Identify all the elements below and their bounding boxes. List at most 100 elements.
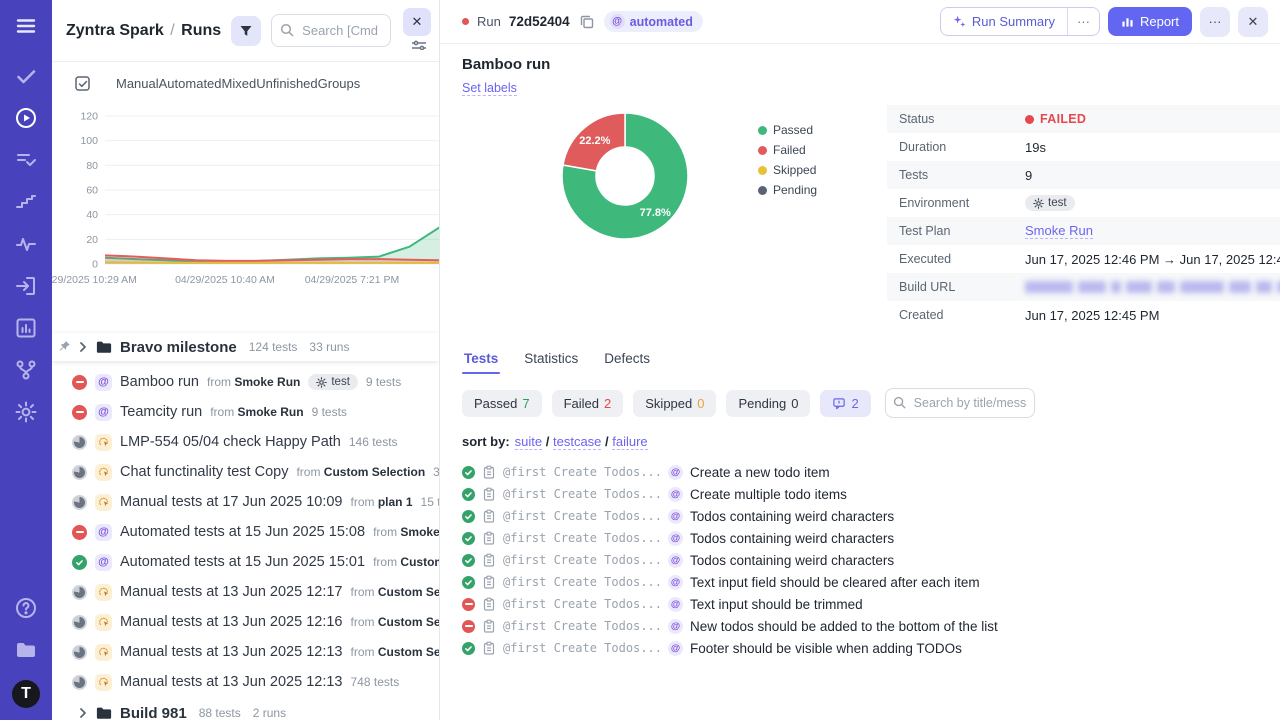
test-title[interactable]: Todos containing weird characters <box>690 531 894 546</box>
test-plan-link[interactable]: Smoke Run <box>1025 223 1093 239</box>
test-title[interactable]: Text input field should be cleared after… <box>690 575 980 590</box>
app-logo[interactable]: T <box>12 680 40 708</box>
run-list-item[interactable]: LMP-554 05/04 check Happy Path 146 tests <box>52 427 439 457</box>
test-list-item[interactable]: @first Create Todos... @ Todos containin… <box>462 549 1256 571</box>
help-icon[interactable] <box>14 596 38 620</box>
test-title[interactable]: Todos containing weird characters <box>690 553 894 568</box>
filter-chip[interactable]: Skipped 0 <box>633 390 716 417</box>
test-suite-path[interactable]: @first Create Todos... <box>503 531 661 545</box>
run-list-item[interactable]: Manual tests at 13 Jun 2025 12:13 from C… <box>52 637 439 667</box>
run-type-icon <box>95 614 112 631</box>
filter-chip[interactable]: Passed 7 <box>462 390 542 417</box>
clipboard-icon <box>482 619 496 633</box>
sort-option-link[interactable]: suite <box>515 434 542 450</box>
test-list-item[interactable]: @first Create Todos... @ Create a new to… <box>462 461 1256 483</box>
run-list-item[interactable]: Manual tests at 13 Jun 2025 12:17 from C… <box>52 577 439 607</box>
run-list-item[interactable]: Manual tests at 13 Jun 2025 12:16 from C… <box>52 607 439 637</box>
test-plans-icon[interactable] <box>14 148 38 172</box>
chevron-right-icon[interactable] <box>78 707 88 719</box>
filter-chip[interactable]: Pending 0 <box>726 390 810 417</box>
test-title[interactable]: Create multiple todo items <box>690 487 847 502</box>
run-list-item[interactable]: @ Teamcity run from Smoke Run 9 tests <box>52 397 439 427</box>
folder-row-bottom[interactable]: Build 981 88 tests 2 runs <box>52 699 439 720</box>
filter-chip-label: Passed <box>474 396 517 411</box>
run-type-icon <box>95 674 112 691</box>
sort-option-link[interactable]: testcase <box>553 434 601 450</box>
test-suite-path[interactable]: @first Create Todos... <box>503 465 661 479</box>
runs-panel-header: Zyntra Spark / Runs <box>52 0 439 62</box>
test-suite-path[interactable]: @first Create Todos... <box>503 619 661 633</box>
menu-icon[interactable] <box>14 14 38 38</box>
test-list-item[interactable]: @first Create Todos... @ New todos shoul… <box>462 615 1256 637</box>
test-title[interactable]: New todos should be added to the bottom … <box>690 619 998 634</box>
test-list-item[interactable]: @first Create Todos... @ Footer should b… <box>462 637 1256 659</box>
copy-run-id-button[interactable] <box>578 13 596 31</box>
run-list-item[interactable]: @ Bamboo run from Smoke Run test 9 tests <box>52 367 439 397</box>
more-actions-button[interactable]: ··· <box>1200 7 1230 37</box>
test-suite-path[interactable]: @first Create Todos... <box>503 509 661 523</box>
detail-tab[interactable]: Tests <box>462 351 500 374</box>
projects-folder-icon[interactable] <box>14 638 38 662</box>
test-list-item[interactable]: @first Create Todos... @ Text input fiel… <box>462 571 1256 593</box>
run-type-tab[interactable]: Groups <box>318 76 361 91</box>
run-type-tab[interactable]: Manual <box>116 76 159 91</box>
test-suite-path[interactable]: @first Create Todos... <box>503 553 661 567</box>
test-title[interactable]: Create a new todo item <box>690 465 830 480</box>
filter-chip[interactable]: 2 <box>820 390 870 417</box>
folder-row-top[interactable]: Bravo milestone 124 tests 33 runs <box>52 333 439 361</box>
run-title: Automated tests at 15 Jun 2025 15:01 <box>120 554 365 570</box>
detail-tab[interactable]: Statistics <box>522 351 580 374</box>
test-suite-path[interactable]: @first Create Todos... <box>503 575 661 589</box>
sliders-icon[interactable] <box>411 40 427 50</box>
tests-icon[interactable] <box>14 64 38 88</box>
chevron-right-icon[interactable] <box>78 341 88 353</box>
run-list-item[interactable]: Chat functinality test Copy from Custom … <box>52 457 439 487</box>
reports-icon[interactable] <box>14 316 38 340</box>
svg-text:80: 80 <box>86 160 98 172</box>
test-list-item[interactable]: @first Create Todos... @ Todos containin… <box>462 527 1256 549</box>
run-list-item[interactable]: @ Automated tests at 15 Jun 2025 15:01 f… <box>52 547 439 577</box>
run-list-item[interactable]: Manual tests at 17 Jun 2025 10:09 from p… <box>52 487 439 517</box>
folder-name: Bravo milestone <box>120 339 237 356</box>
run-type-tab[interactable]: Unfinished <box>256 76 317 91</box>
close-run-button[interactable]: ✕ <box>1238 7 1268 37</box>
detail-tab[interactable]: Defects <box>602 351 652 374</box>
filter-button[interactable] <box>231 16 261 46</box>
test-title[interactable]: Footer should be visible when adding TOD… <box>690 641 962 656</box>
test-list-item[interactable]: @first Create Todos... @ Create multiple… <box>462 483 1256 505</box>
report-button[interactable]: Report <box>1108 7 1192 36</box>
analytics-icon[interactable] <box>14 232 38 256</box>
set-labels-link[interactable]: Set labels <box>462 81 517 96</box>
run-type-tab[interactable]: Automated <box>159 76 222 91</box>
bar-chart-icon <box>1121 15 1134 28</box>
test-title[interactable]: Text input should be trimmed <box>690 597 863 612</box>
run-summary-more-button[interactable]: ··· <box>1067 8 1099 35</box>
legend-item: Failed <box>758 143 817 157</box>
test-list-item[interactable]: @first Create Todos... @ Text input shou… <box>462 593 1256 615</box>
test-list-item[interactable]: @first Create Todos... @ Todos containin… <box>462 505 1256 527</box>
test-suite-path[interactable]: @first Create Todos... <box>503 597 661 611</box>
automated-badge[interactable]: @ automated <box>604 11 703 32</box>
sort-option-link[interactable]: failure <box>612 434 647 450</box>
test-title[interactable]: Todos containing weird characters <box>690 509 894 524</box>
test-suite-path[interactable]: @first Create Todos... <box>503 641 661 655</box>
run-type-tab[interactable]: Mixed <box>222 76 257 91</box>
test-suite-path[interactable]: @first Create Todos... <box>503 487 661 501</box>
pulse-steps-icon[interactable] <box>14 190 38 214</box>
tests-search-input[interactable] <box>885 388 1035 418</box>
panel-close-button[interactable]: ✕ <box>403 8 431 36</box>
run-list-item[interactable]: @ Automated tests at 15 Jun 2025 15:08 f… <box>52 517 439 547</box>
branches-icon[interactable] <box>14 358 38 382</box>
select-all-icon[interactable] <box>74 75 92 93</box>
settings-gear-icon[interactable] <box>14 400 38 424</box>
runs-icon[interactable] <box>14 106 38 130</box>
filter-chip[interactable]: Failed 2 <box>552 390 624 417</box>
run-list-item[interactable]: Manual tests at 13 Jun 2025 12:13 748 te… <box>52 667 439 697</box>
run-details-table: Status FAILED Duration 19s Tests 9 Envir… <box>887 105 1280 329</box>
pin-icon[interactable] <box>58 340 71 353</box>
run-summary-button[interactable]: Run Summary <box>941 8 1067 35</box>
breadcrumb[interactable]: Zyntra Spark / Runs <box>66 22 221 40</box>
run-title: Manual tests at 13 Jun 2025 12:13 <box>120 674 343 690</box>
breadcrumb-project[interactable]: Zyntra Spark <box>66 22 164 39</box>
import-icon[interactable] <box>14 274 38 298</box>
